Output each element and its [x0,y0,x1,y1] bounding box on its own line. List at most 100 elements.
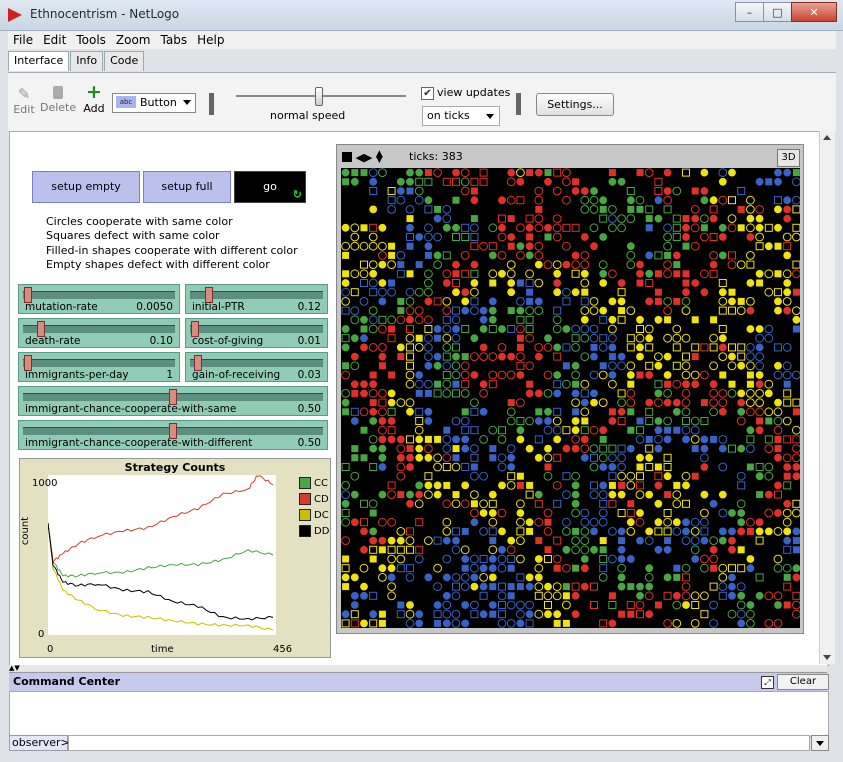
turtle [755,371,764,379]
3d-view-button[interactable]: 3D [777,149,800,167]
turtle [396,343,405,352]
turtle [479,582,488,591]
turtle [590,527,598,536]
speed-slider-handle[interactable] [315,87,323,106]
tab-interface[interactable]: Interface [8,51,70,71]
turtle [452,288,460,297]
turtle [350,591,359,600]
turtle [673,573,681,581]
scroll-down-icon[interactable] [823,655,831,660]
turtle [746,463,754,471]
turtle [636,582,644,591]
turtle [534,453,543,462]
scroll-up-icon[interactable] [823,135,831,140]
menu-zoom[interactable]: Zoom [111,31,156,49]
world-view[interactable] [341,168,801,628]
menu-edit[interactable]: Edit [38,31,71,49]
add-tool[interactable]: + Add [82,83,106,116]
view-edge-icon[interactable] [342,152,352,162]
world-canvas[interactable] [341,168,801,628]
update-mode-select[interactable]: on ticks [422,106,500,126]
go-button[interactable]: go ↻ [234,171,306,203]
turtle [452,270,460,278]
turtle [525,610,534,619]
setup-empty-button[interactable]: setup empty [32,171,140,203]
legend-label: CD [314,494,329,505]
view-height-icon[interactable]: ▲ ▼ [376,150,383,165]
turtle [783,279,792,287]
tab-info[interactable]: Info [70,51,104,71]
slider-immigrant-chance-cooperate-with-same[interactable]: immigrant-chance-cooperate-with-same 0.50 [18,386,328,416]
agent-type-selector[interactable]: observer> [9,735,70,751]
delete-tool[interactable]: Delete [40,85,76,114]
turtle [452,196,460,204]
pane-splitter[interactable]: ▲▼ [9,665,827,672]
turtle [663,187,672,195]
view-shape-controls[interactable]: ◀▶ ▲ ▼ [342,150,383,165]
tab-code[interactable]: Code [104,51,145,71]
turtle [470,371,479,379]
slider-gain-of-receiving[interactable]: gain-of-receiving 0.03 [185,352,328,382]
turtle [691,445,699,453]
slider-immigrant-chance-cooperate-with-different[interactable]: immigrant-chance-cooperate-with-differen… [18,420,328,450]
view-updates-label: view updates [437,86,511,99]
turtle [728,527,736,536]
popout-icon[interactable]: ⤢ [761,676,774,689]
edit-tool[interactable]: ✎ Edit [12,85,36,116]
turtle [479,564,488,573]
turtle [488,251,497,260]
turtle [553,288,562,297]
setup-full-button[interactable]: setup full [143,171,231,203]
interface-scrollbar[interactable] [819,131,835,664]
turtle [774,242,782,250]
view-updates-checkbox[interactable]: ✔ [421,87,434,100]
menu-tools[interactable]: Tools [71,31,111,49]
turtle [351,454,359,462]
menu-tabs[interactable]: Tabs [156,31,193,49]
turtle [544,610,552,619]
turtle [406,407,414,416]
slider-name: immigrant-chance-cooperate-with-same [25,403,237,415]
turtle [525,223,534,232]
slider-initial-ptr[interactable]: initial-PTR 0.12 [185,284,328,314]
forever-icon: ↻ [292,188,302,201]
turtle [498,196,506,205]
turtle [406,499,414,508]
turtle [719,371,727,379]
turtle [470,463,478,471]
ticks-counter: ticks: 383 [409,150,463,163]
turtle [544,444,552,453]
turtle [516,343,524,351]
slider-immigrants-per-day[interactable]: immigrants-per-day 1 [18,352,180,382]
turtle [765,178,773,186]
minimize-button[interactable]: – [735,2,764,22]
maximize-button[interactable]: □ [763,2,792,22]
turtle [636,371,644,379]
settings-button[interactable]: Settings... [536,93,614,116]
turtle [369,417,378,425]
turtle [664,251,672,259]
turtle [452,445,460,453]
turtle [783,168,792,177]
turtle [728,582,736,591]
widget-type-select[interactable]: abc Button [112,93,196,113]
turtle [663,398,672,407]
turtle [746,380,754,388]
menu-help[interactable]: Help [192,31,229,49]
command-history-dropdown[interactable] [811,735,829,751]
command-input[interactable] [68,735,810,751]
turtle [599,306,608,315]
close-button[interactable]: ✕ [791,2,837,22]
clear-button[interactable]: Clear [777,674,829,690]
view-width-icon[interactable]: ◀▶ [356,151,373,164]
menu-file[interactable]: File [8,31,38,49]
turtle [433,352,442,361]
slider-death-rate[interactable]: death-rate 0.10 [18,318,180,348]
turtle [626,444,635,453]
turtle [388,325,396,333]
turtle [516,279,524,287]
slider-cost-of-giving[interactable]: cost-of-giving 0.01 [185,318,328,348]
slider-mutation-rate[interactable]: mutation-rate 0.0050 [18,284,180,314]
turtle [442,279,451,287]
turtle [691,380,700,389]
